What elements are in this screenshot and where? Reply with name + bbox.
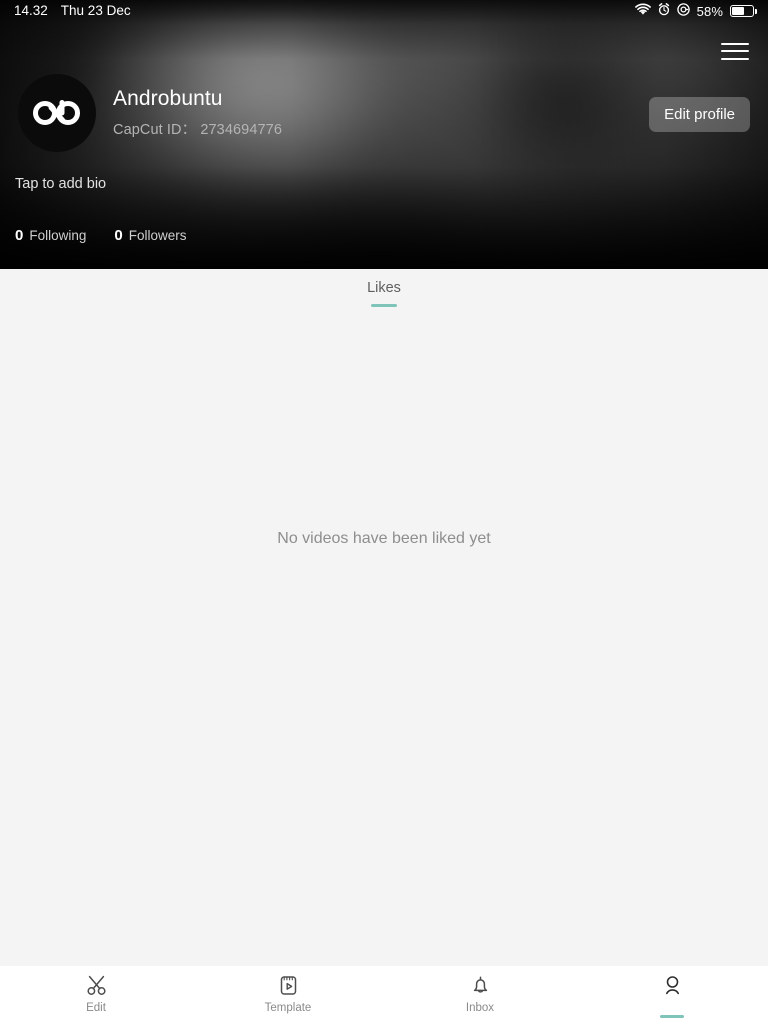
capcut-id-label: CapCut ID：	[113, 122, 197, 139]
nav-item-edit[interactable]: Edit	[0, 966, 192, 1024]
stat-following[interactable]: 0 Following	[15, 227, 86, 244]
nav-item-inbox[interactable]: Inbox	[384, 966, 576, 1024]
tab-likes-label: Likes	[367, 279, 401, 296]
alarm-icon	[658, 3, 670, 19]
profile-stats: 0 Following 0 Followers	[15, 227, 186, 244]
following-label: Following	[29, 228, 87, 243]
nav-active-indicator	[660, 1014, 684, 1018]
battery-percent-label: 58%	[696, 3, 723, 19]
template-play-icon	[277, 973, 300, 997]
tab-active-indicator	[370, 303, 397, 307]
avatar[interactable]	[18, 74, 96, 152]
person-icon	[661, 973, 684, 997]
hamburger-menu-icon[interactable]	[718, 38, 752, 64]
nav-item-template[interactable]: Template	[192, 966, 384, 1024]
bottom-navigation-bar: Edit Template Inbox	[0, 966, 768, 1024]
bio-placeholder[interactable]: Tap to add bio	[15, 176, 106, 192]
do-not-disturb-icon	[676, 3, 690, 19]
status-bar-right: 58%	[634, 3, 757, 19]
bell-icon	[469, 973, 492, 997]
capcut-id-row: CapCut ID： 2734694776	[113, 118, 282, 139]
nav-label-template: Template	[264, 1002, 312, 1014]
scissors-icon	[85, 973, 108, 997]
stat-followers[interactable]: 0 Followers	[114, 227, 186, 244]
status-bar-left: 14.32 Thu 23 Dec	[14, 4, 131, 18]
androbuntu-logo-icon	[33, 100, 80, 125]
following-count: 0	[15, 227, 24, 244]
status-bar-date: Thu 23 Dec	[60, 3, 131, 19]
followers-label: Followers	[128, 228, 187, 243]
status-bar-time: 14.32	[14, 3, 48, 19]
battery-icon	[730, 5, 757, 17]
page-title: Androbuntu	[113, 86, 223, 110]
empty-state-message: No videos have been liked yet	[277, 530, 491, 547]
nav-label-inbox: Inbox	[465, 1002, 495, 1014]
nav-label-edit: Edit	[86, 1002, 106, 1014]
profile-tabs: Likes	[0, 269, 768, 317]
wifi-icon	[634, 3, 651, 19]
followers-count: 0	[114, 227, 123, 244]
edit-profile-button[interactable]: Edit profile	[649, 97, 750, 132]
capcut-id-value: 2734694776	[200, 122, 282, 139]
capcut-profile-screen: 14.32 Thu 23 Dec 58% Androbuntu CapCut I…	[0, 0, 768, 1024]
nav-item-profile[interactable]	[576, 966, 768, 1024]
tab-likes[interactable]: Likes	[367, 280, 401, 307]
status-bar: 14.32 Thu 23 Dec 58%	[0, 0, 768, 22]
profile-identity-row: Androbuntu CapCut ID： 2734694776	[18, 74, 282, 152]
profile-name-block: Androbuntu CapCut ID： 2734694776	[113, 87, 282, 139]
